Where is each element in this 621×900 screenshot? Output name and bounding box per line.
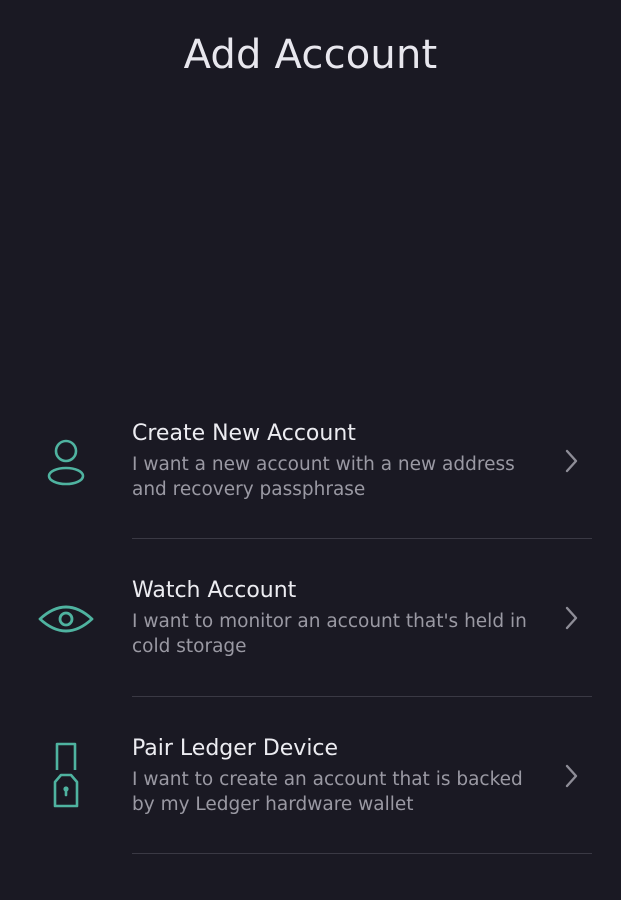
divider	[132, 853, 592, 854]
page-title: Add Account	[183, 32, 438, 78]
divider	[132, 696, 592, 697]
chevron-right-icon	[561, 603, 581, 633]
person-icon	[36, 434, 96, 494]
chevron-right-icon	[561, 446, 581, 476]
option-title: Watch Account	[132, 578, 297, 603]
option-description: I want a new account with a new address …	[132, 454, 515, 500]
chevron-right-icon	[561, 761, 581, 791]
option-description: I want to monitor an account that's held…	[132, 611, 527, 657]
create-new-account-option[interactable]: Create New Account I want a new account …	[0, 420, 621, 577]
option-title: Pair Ledger Device	[132, 736, 339, 761]
eye-icon	[36, 589, 96, 649]
divider	[132, 538, 592, 539]
option-title: Create New Account	[132, 421, 356, 446]
pair-ledger-device-option[interactable]: Pair Ledger Device I want to create an a…	[0, 735, 621, 892]
watch-account-option[interactable]: Watch Account I want to monitor an accou…	[0, 577, 621, 734]
option-description: I want to create an account that is back…	[132, 769, 523, 815]
ledger-device-icon	[46, 738, 86, 814]
